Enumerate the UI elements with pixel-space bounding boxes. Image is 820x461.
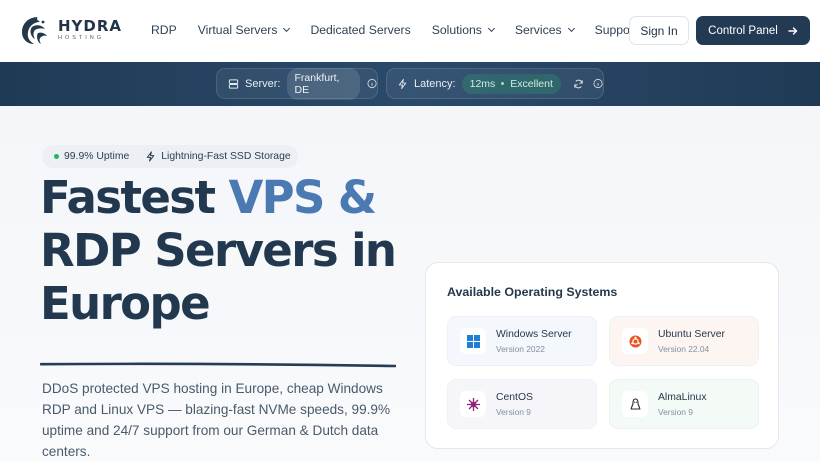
nav-item-label: Services xyxy=(514,23,562,37)
os-item-ubuntu[interactable]: Ubuntu Server Version 22.04 xyxy=(609,316,759,366)
title-part-1: Fastest xyxy=(40,171,229,224)
almalinux-icon xyxy=(630,397,640,410)
operating-systems-card: Available Operating Systems Windows Serv… xyxy=(425,262,779,449)
os-icon-wrap xyxy=(460,391,486,417)
os-item-almalinux[interactable]: AlmaLinux Version 9 xyxy=(609,379,759,429)
uptime-badge: 99.9% Uptime xyxy=(42,151,129,162)
arrow-right-icon xyxy=(788,26,798,35)
os-icon-wrap xyxy=(460,328,486,354)
chevron-down-icon xyxy=(487,24,495,33)
latency-quality: Excellent xyxy=(510,77,553,90)
nav-item-rdp[interactable]: RDP xyxy=(151,23,177,37)
control-panel-label: Control Panel xyxy=(708,24,778,37)
feature-badges: 99.9% Uptime Lightning-Fast SSD Storage xyxy=(42,145,298,168)
title-part-2: RDP Servers in Europe xyxy=(40,224,397,330)
os-icon-wrap xyxy=(622,391,648,417)
info-icon[interactable] xyxy=(593,78,603,89)
separator-dot xyxy=(501,82,505,85)
nav-item-label: Virtual Servers xyxy=(197,23,278,37)
title-accent: VPS & xyxy=(228,171,377,224)
latency-value-chip: 12ms Excellent xyxy=(461,73,561,94)
os-version: Version 2022 xyxy=(496,343,545,354)
hero-description: DDoS protected VPS hosting in Europe, ch… xyxy=(42,381,391,459)
refresh-icon[interactable] xyxy=(573,78,584,90)
chevron-down-icon xyxy=(283,24,291,33)
main-menu: RDP Virtual Servers Dedicated Servers So… xyxy=(151,23,658,37)
latency-label: Latency: xyxy=(414,77,456,90)
nav-item-solutions[interactable]: Solutions xyxy=(431,23,495,37)
os-name: AlmaLinux xyxy=(658,391,707,403)
logo[interactable]: HYDRA HOSTING xyxy=(18,13,122,47)
nav-item-virtual-servers[interactable]: Virtual Servers xyxy=(197,23,291,37)
os-version: Version 9 xyxy=(658,406,693,417)
uptime-label: 99.9% Uptime xyxy=(64,151,130,162)
os-name: Windows Server xyxy=(496,328,572,340)
server-selector[interactable]: Server: Frankfurt, DE xyxy=(216,67,378,100)
storage-label: Lightning-Fast SSD Storage xyxy=(161,151,291,162)
hero-title: Fastest VPS & RDP Servers in Europe xyxy=(40,171,420,330)
lightning-icon xyxy=(398,78,407,89)
latency-value: 12ms xyxy=(469,77,496,90)
os-icon-wrap xyxy=(622,328,648,354)
server-value: Frankfurt, DE xyxy=(286,67,360,100)
os-item-centos[interactable]: CentOS Version 9 xyxy=(447,379,597,429)
os-name: Ubuntu Server xyxy=(658,328,725,340)
status-dot-icon xyxy=(54,154,59,159)
title-underline xyxy=(40,362,396,368)
os-item-windows[interactable]: Windows Server Version 2022 xyxy=(447,316,597,366)
ubuntu-icon xyxy=(629,335,641,347)
brand-subtitle: HOSTING xyxy=(58,34,105,41)
os-card-title: Available Operating Systems xyxy=(447,285,618,299)
info-icon[interactable] xyxy=(367,78,377,89)
control-panel-button[interactable]: Control Panel xyxy=(696,16,810,45)
nav-item-services[interactable]: Services xyxy=(514,23,575,37)
brand-name: HYDRA xyxy=(58,16,123,35)
storage-badge: Lightning-Fast SSD Storage xyxy=(129,151,291,162)
lightning-icon xyxy=(147,151,155,162)
nav-item-label: Dedicated Servers xyxy=(310,23,411,37)
server-label: Server: xyxy=(245,77,281,90)
nav-item-label: RDP xyxy=(151,23,177,37)
os-version: Version 9 xyxy=(496,406,531,417)
os-version: Version 22.04 xyxy=(658,343,710,354)
server-status-bar: Server: Frankfurt, DE Latency: 12ms Exce… xyxy=(0,62,820,106)
windows-icon xyxy=(466,334,480,348)
nav-item-label: Solutions xyxy=(431,23,482,37)
sign-in-button[interactable]: Sign In xyxy=(629,16,689,45)
hydra-logo-icon xyxy=(22,17,47,44)
nav-item-dedicated-servers[interactable]: Dedicated Servers xyxy=(310,23,410,37)
chevron-down-icon xyxy=(567,24,575,33)
os-name: CentOS xyxy=(496,391,533,403)
latency-indicator: Latency: 12ms Excellent xyxy=(386,68,604,99)
top-navbar: HYDRA HOSTING RDP Virtual Servers Dedica… xyxy=(0,0,820,62)
centos-icon xyxy=(466,397,480,411)
sign-in-label: Sign In xyxy=(640,23,678,38)
server-icon xyxy=(228,78,239,89)
